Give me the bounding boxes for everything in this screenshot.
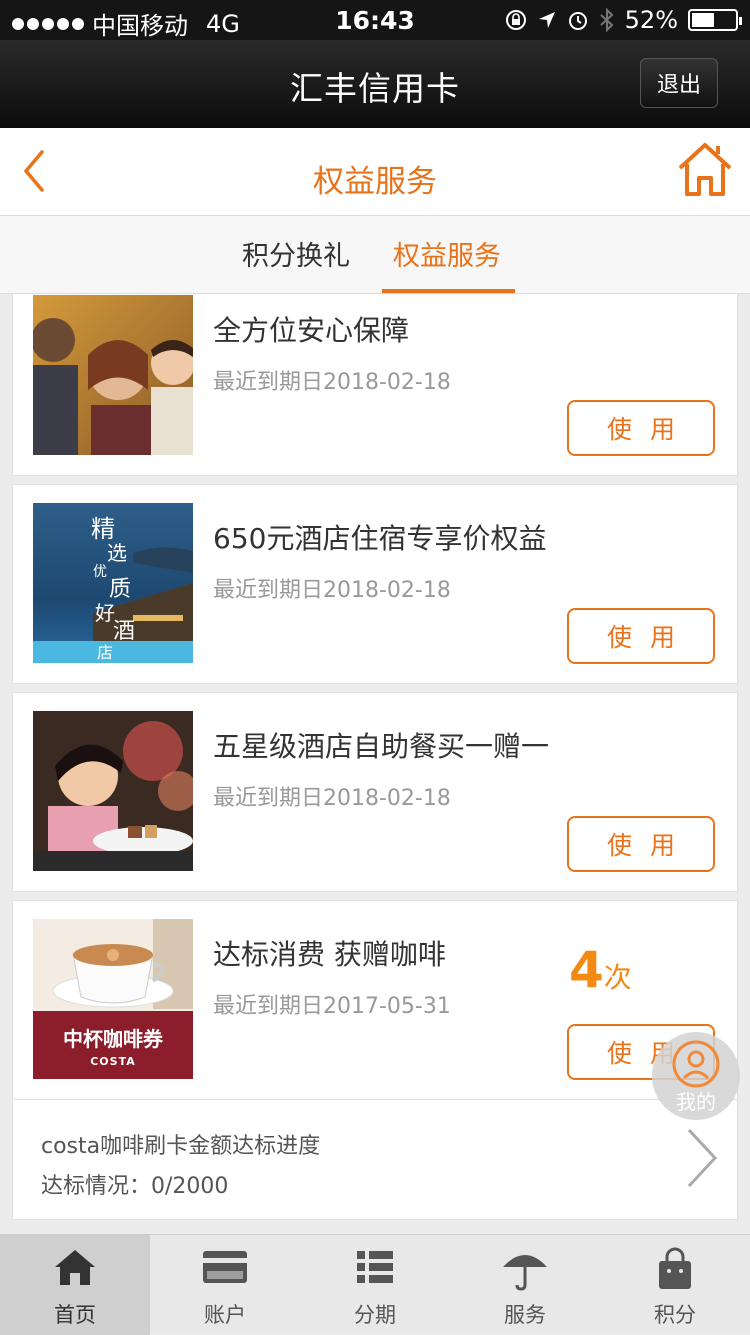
card-icon	[203, 1251, 247, 1283]
coffee-coupon-image: 中杯咖啡券 COSTA	[33, 919, 193, 1079]
my-account-float-button[interactable]: 我的	[652, 1032, 740, 1120]
tab-points-gifts[interactable]: 积分换礼	[242, 234, 350, 273]
benefit-name: 五星级酒店自助餐买一赠一	[213, 730, 550, 763]
app-title: 汇丰信用卡	[290, 69, 460, 108]
benefit-expiry: 最近到期日2018-02-18	[213, 786, 451, 811]
benefit-card[interactable]: 五星级酒店自助餐买一赠一 最近到期日2018-02-18 使用	[12, 692, 738, 892]
list-icon	[357, 1251, 393, 1283]
alarm-icon	[568, 12, 587, 30]
benefit-expiry: 最近到期日2018-02-18	[213, 578, 451, 603]
count-unit: 次	[603, 961, 632, 994]
nav-label: 分期	[354, 1303, 396, 1327]
nav-points[interactable]: 积分	[600, 1235, 750, 1335]
nav-label: 服务	[504, 1303, 546, 1327]
battery-icon	[688, 9, 742, 31]
use-button[interactable]: 使用	[567, 400, 715, 456]
umbrella-icon	[503, 1255, 547, 1291]
benefit-name: 达标消费 获赠咖啡	[213, 938, 446, 971]
benefits-list: 全方位安心保障 最近到期日2018-02-18 使用 精 选 优 质 好 酒 店	[0, 294, 750, 1234]
bluetooth-icon	[599, 8, 614, 32]
benefit-name: 全方位安心保障	[213, 314, 410, 347]
home-icon[interactable]	[676, 140, 734, 200]
nav-label: 账户	[204, 1303, 246, 1327]
coupon-title: 中杯咖啡券	[63, 1027, 163, 1051]
page-header: 权益服务	[0, 128, 750, 216]
benefit-card[interactable]: 中杯咖啡券 COSTA 达标消费 获赠咖啡 4次 最近到期日2017-05-31…	[12, 900, 738, 1100]
benefit-card[interactable]: 精 选 优 质 好 酒 店 650元酒店住宿专享价权益 最近到期日2018-02…	[12, 484, 738, 684]
app-title-bar: 汇丰信用卡 退出	[0, 40, 750, 128]
benefit-card[interactable]: 全方位安心保障 最近到期日2018-02-18 使用	[12, 294, 738, 476]
rotation-lock-icon	[505, 10, 526, 30]
buffet-image	[33, 711, 193, 871]
nav-label: 积分	[654, 1303, 696, 1327]
user-icon	[672, 1040, 720, 1088]
bag-icon	[659, 1247, 691, 1289]
page-title: 权益服务	[313, 164, 437, 200]
costa-progress-row[interactable]: costa咖啡刷卡金额达标进度 达标情况：0/2000	[12, 1100, 738, 1220]
nav-service[interactable]: 服务	[450, 1235, 600, 1335]
hotel-image: 精 选 优 质 好 酒 店	[33, 503, 193, 663]
count-number: 4	[569, 941, 604, 999]
logout-button[interactable]: 退出	[640, 58, 718, 108]
hotel-thumb-text: 精 选 优 质 好 酒 店	[91, 515, 136, 662]
nav-label: 首页	[54, 1303, 96, 1327]
use-button[interactable]: 使用	[567, 816, 715, 872]
tab-bar: 积分换礼 权益服务	[0, 216, 750, 294]
nav-installment[interactable]: 分期	[300, 1235, 450, 1335]
use-button[interactable]: 使用	[567, 608, 715, 664]
benefit-expiry: 最近到期日2017-05-31	[213, 994, 451, 1019]
benefit-expiry: 最近到期日2018-02-18	[213, 370, 451, 395]
location-icon	[538, 12, 555, 28]
battery-percent: 52%	[624, 6, 678, 34]
remaining-count: 4次	[569, 941, 632, 999]
progress-status: 达标情况：0/2000	[41, 1174, 229, 1199]
nav-home[interactable]: 首页	[0, 1235, 150, 1335]
progress-label: costa咖啡刷卡金额达标进度	[41, 1134, 321, 1159]
chevron-right-icon	[687, 1128, 718, 1188]
tab-benefits[interactable]: 权益服务	[393, 234, 501, 273]
my-account-label: 我的	[676, 1090, 716, 1114]
benefit-name: 650元酒店住宿专享价权益	[213, 522, 547, 555]
family-image	[33, 295, 193, 455]
nav-account[interactable]: 账户	[150, 1235, 300, 1335]
home-icon	[55, 1250, 95, 1285]
bottom-nav: 首页 账户 分期 服务 积分	[0, 1234, 750, 1335]
status-bar: 中国移动 4G 16:43 52%	[0, 0, 750, 40]
costa-logo: COSTA	[90, 1055, 136, 1068]
active-tab-indicator	[382, 289, 515, 293]
